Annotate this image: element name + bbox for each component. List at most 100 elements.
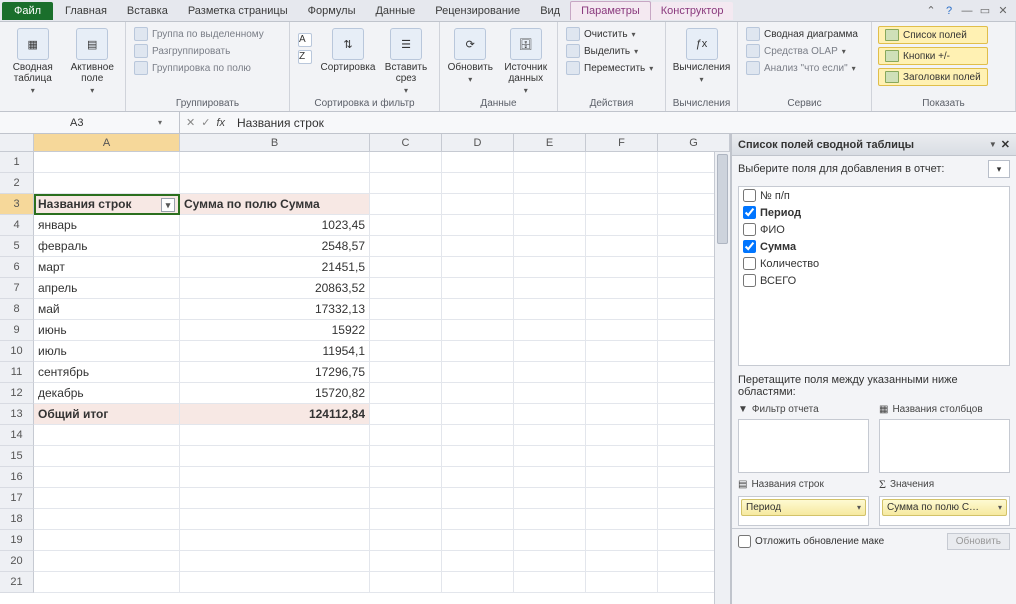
defer-update-checkbox[interactable] [738,535,751,548]
row-header[interactable]: 17 [0,488,34,509]
cell-B18[interactable] [180,509,370,530]
panel-collapse-icon[interactable]: ▼ [989,140,997,149]
cell-C17[interactable] [370,488,442,509]
cell-D5[interactable] [442,236,514,257]
cell-B1[interactable] [180,152,370,173]
field-checkbox[interactable] [743,240,756,253]
calculations-button[interactable]: ƒx Вычисления ▾ [672,26,731,86]
cell-B20[interactable] [180,551,370,572]
row-header[interactable]: 20 [0,551,34,572]
row-header[interactable]: 8 [0,299,34,320]
cell-F13[interactable] [586,404,658,425]
field-row[interactable]: ВСЕГО [739,272,1009,289]
cell-B19[interactable] [180,530,370,551]
column-header-D[interactable]: D [442,134,514,151]
cell-E4[interactable] [514,215,586,236]
row-header[interactable]: 7 [0,278,34,299]
cell-D1[interactable] [442,152,514,173]
cell-F3[interactable] [586,194,658,215]
cell-F9[interactable] [586,320,658,341]
row-header[interactable]: 16 [0,467,34,488]
cell-E15[interactable] [514,446,586,467]
move-button[interactable]: Переместить▾ [564,60,655,76]
namebox-dropdown-icon[interactable]: ▾ [155,118,165,127]
cell-C10[interactable] [370,341,442,362]
cell-F21[interactable] [586,572,658,593]
cell-F16[interactable] [586,467,658,488]
cell-F20[interactable] [586,551,658,572]
scrollbar-thumb[interactable] [717,154,728,244]
tab-pagelayout[interactable]: Разметка страницы [178,2,298,20]
cell-A1[interactable] [34,152,180,173]
window-minimize-icon[interactable]: — [960,4,974,18]
cell-C14[interactable] [370,425,442,446]
tab-formulas[interactable]: Формулы [298,2,366,20]
tab-insert[interactable]: Вставка [117,2,178,20]
cell-A18[interactable] [34,509,180,530]
field-checkbox[interactable] [743,189,756,202]
cell-F10[interactable] [586,341,658,362]
cell-F1[interactable] [586,152,658,173]
cell-D2[interactable] [442,173,514,194]
row-header[interactable]: 21 [0,572,34,593]
field-list-toggle[interactable]: Список полей [878,26,988,44]
cell-B3[interactable]: Сумма по полю Сумма [180,194,370,215]
field-row[interactable]: Период [739,204,1009,221]
update-button[interactable]: Обновить [947,533,1010,550]
cell-E10[interactable] [514,341,586,362]
cell-E11[interactable] [514,362,586,383]
cell-B2[interactable] [180,173,370,194]
cell-E2[interactable] [514,173,586,194]
column-header-F[interactable]: F [586,134,658,151]
cell-C9[interactable] [370,320,442,341]
window-restore-icon[interactable]: ▭ [978,4,992,18]
cell-D4[interactable] [442,215,514,236]
row-header[interactable]: 9 [0,320,34,341]
cell-C12[interactable] [370,383,442,404]
cell-F18[interactable] [586,509,658,530]
name-box[interactable]: A3▾ [0,112,180,133]
cell-A10[interactable]: июль [34,341,180,362]
plusminus-toggle[interactable]: Кнопки +/- [878,47,988,65]
cell-F6[interactable] [586,257,658,278]
tab-design[interactable]: Конструктор [651,2,734,20]
cell-A17[interactable] [34,488,180,509]
row-header[interactable]: 6 [0,257,34,278]
pivot-chart-button[interactable]: Сводная диаграмма [744,26,860,42]
cell-A9[interactable]: июнь [34,320,180,341]
cell-C21[interactable] [370,572,442,593]
cell-B14[interactable] [180,425,370,446]
tab-review[interactable]: Рецензирование [425,2,530,20]
cell-C13[interactable] [370,404,442,425]
cell-C4[interactable] [370,215,442,236]
cell-A8[interactable]: май [34,299,180,320]
ribbon-minimize-icon[interactable]: ⌃ [924,4,938,18]
vertical-scrollbar[interactable] [714,152,730,604]
cell-F19[interactable] [586,530,658,551]
tab-data[interactable]: Данные [365,2,425,20]
tab-options[interactable]: Параметры [570,1,651,20]
field-checkbox[interactable] [743,257,756,270]
cell-F14[interactable] [586,425,658,446]
column-header-B[interactable]: B [180,134,370,151]
cell-C18[interactable] [370,509,442,530]
cell-C7[interactable] [370,278,442,299]
cell-F5[interactable] [586,236,658,257]
insert-slicer-button[interactable]: ☰ Вставить срез ▾ [382,26,430,97]
cell-C16[interactable] [370,467,442,488]
cell-E3[interactable] [514,194,586,215]
area-vals-item[interactable]: Сумма по полю С…▾ [882,499,1007,516]
cell-E17[interactable] [514,488,586,509]
cell-C1[interactable] [370,152,442,173]
cell-F2[interactable] [586,173,658,194]
cell-B10[interactable]: 11954,1 [180,341,370,362]
cell-F11[interactable] [586,362,658,383]
cell-F8[interactable] [586,299,658,320]
row-header[interactable]: 14 [0,425,34,446]
cell-B7[interactable]: 20863,52 [180,278,370,299]
row-labels-filter-icon[interactable]: ▾ [161,198,175,212]
row-header[interactable]: 4 [0,215,34,236]
row-header[interactable]: 15 [0,446,34,467]
cell-B17[interactable] [180,488,370,509]
cell-F4[interactable] [586,215,658,236]
